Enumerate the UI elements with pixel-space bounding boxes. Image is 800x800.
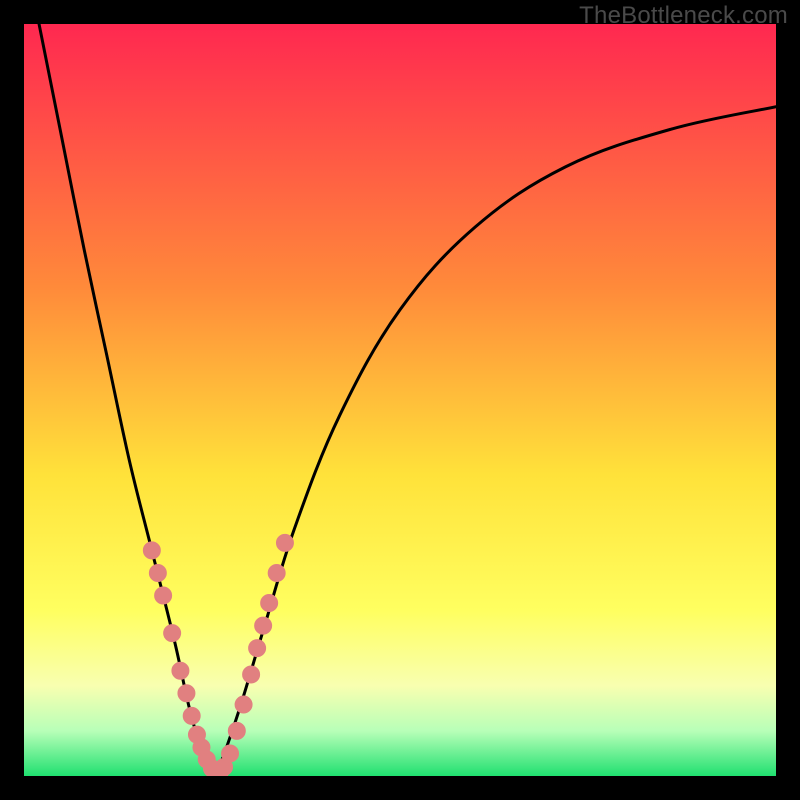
chart-frame: TheBottleneck.com bbox=[0, 0, 800, 800]
plot-area bbox=[24, 24, 776, 776]
data-marker bbox=[183, 707, 200, 724]
data-marker bbox=[164, 625, 181, 642]
data-marker bbox=[235, 696, 252, 713]
watermark-text: TheBottleneck.com bbox=[579, 2, 788, 30]
data-marker bbox=[276, 534, 293, 551]
data-marker bbox=[243, 666, 260, 683]
data-marker bbox=[268, 564, 285, 581]
data-markers bbox=[143, 534, 293, 776]
data-marker bbox=[172, 662, 189, 679]
data-marker bbox=[228, 722, 245, 739]
curve-left-branch bbox=[39, 24, 216, 776]
data-marker bbox=[222, 745, 239, 762]
data-marker bbox=[255, 617, 272, 634]
data-marker bbox=[178, 685, 195, 702]
curve-right-branch bbox=[216, 107, 776, 776]
data-marker bbox=[261, 595, 278, 612]
data-marker bbox=[149, 564, 166, 581]
data-marker bbox=[155, 587, 172, 604]
data-marker bbox=[249, 640, 266, 657]
data-marker bbox=[143, 542, 160, 559]
chart-svg bbox=[24, 24, 776, 776]
